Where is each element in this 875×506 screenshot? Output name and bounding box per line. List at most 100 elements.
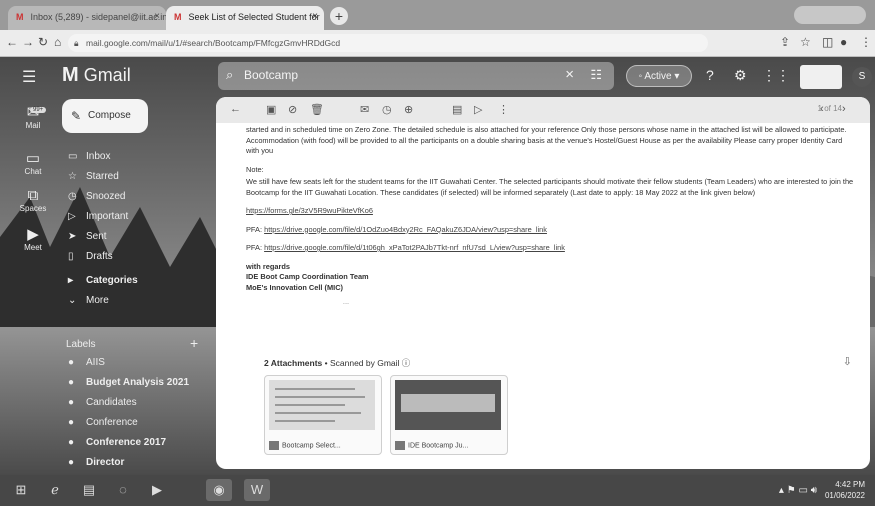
chrome-menu-icon[interactable]: ⋮	[860, 35, 872, 49]
back-icon[interactable]: ←	[6, 35, 18, 49]
file-icon: ▯	[68, 251, 74, 262]
add-to-drive-icon[interactable]: ⇩	[843, 355, 852, 368]
windows-taskbar: ⊞ ℯ ▤ ◌ ▶ ◉ W ▴ ⚑ ▭ 🔊︎ 4:42 PM 01/06/202…	[0, 475, 875, 506]
start-button[interactable]: ⊞	[8, 479, 34, 501]
older-chevron-icon[interactable]: ›	[842, 103, 846, 115]
gmail-logo[interactable]: M Gmail	[62, 64, 131, 87]
sidebar-item-categories[interactable]: ▸ Categories	[68, 275, 138, 286]
main-menu-icon[interactable]: ☰	[22, 67, 36, 87]
mark-unread-icon[interactable]: ✉	[360, 103, 369, 116]
attachment-card[interactable]: IDE Bootcamp Ju...	[390, 375, 508, 455]
label-icon: ●	[68, 417, 75, 428]
label-item[interactable]: ● Conference	[68, 417, 138, 428]
trimmed-content-toggle[interactable]: ...	[246, 297, 446, 308]
email-view: ← ▣ ⊘ 🗑︎ ✉ ◷ ⊕ ▤ ▷ ⋮ 1 of 14 ‹ › started…	[216, 97, 870, 469]
label-icon[interactable]: ▷	[474, 103, 482, 116]
chrome-icon[interactable]: ◉	[206, 479, 232, 501]
signature-team: IDE Boot Camp Coordination Team	[246, 272, 369, 281]
system-tray-icons[interactable]: ▴ ⚑ ▭ 🔊︎	[779, 485, 817, 496]
label-item[interactable]: ● Director	[68, 457, 124, 468]
label-item[interactable]: ● Budget Analysis 2021	[68, 377, 189, 388]
search-bar[interactable]: ⌕ Bootcamp × ☷	[218, 62, 614, 90]
rail-spaces[interactable]: ⧉ Spaces	[18, 187, 48, 213]
rail-label: Spaces	[19, 204, 47, 213]
sidebar-item-sent[interactable]: ➤ Sent	[68, 231, 107, 242]
inbox-icon: ▭	[68, 151, 78, 162]
snooze-icon[interactable]: ◷	[382, 103, 392, 116]
rail-meet[interactable]: ▶ Meet	[18, 225, 48, 252]
pencil-icon: ✎	[71, 109, 82, 123]
search-input[interactable]: Bootcamp	[244, 68, 298, 82]
reload-icon[interactable]: ↻	[38, 35, 48, 49]
back-to-list-icon[interactable]: ←	[230, 103, 241, 115]
browser-tab-email[interactable]: M Seek List of Selected Student for ×	[166, 6, 324, 30]
newer-chevron-icon[interactable]: ‹	[820, 103, 824, 115]
gmail-m-icon: M	[62, 64, 79, 86]
word-icon[interactable]: W	[244, 479, 270, 501]
extensions-icon[interactable]: ◫	[822, 35, 833, 49]
label-icon: ●	[68, 457, 75, 468]
forward-icon[interactable]: →	[22, 35, 34, 49]
label-item[interactable]: ● AIIS	[68, 357, 105, 368]
report-spam-icon[interactable]: ⊘	[288, 103, 297, 116]
search-options-icon[interactable]: ☷	[590, 67, 602, 83]
body-paragraph: We still have few seats left for the stu…	[246, 177, 854, 197]
form-link[interactable]: https://forms.gle/3zV5R9wuPikteVfKo6	[246, 206, 373, 215]
share-icon[interactable]: ⇪	[780, 35, 790, 49]
sidebar-item-inbox[interactable]: ▭ Inbox	[68, 151, 110, 162]
browser-tab-strip: M Inbox (5,289) - sidepanel@iit.ac.in × …	[0, 0, 875, 30]
pfa-label: PFA:	[246, 243, 263, 252]
scanned-note: • Scanned by Gmail ⓘ	[322, 358, 411, 368]
profile-icon[interactable]: ●	[840, 35, 847, 49]
attachment-card[interactable]: Bootcamp Select...	[264, 375, 382, 455]
status-dropdown[interactable]: ◦ Active ▾	[626, 65, 692, 87]
compose-button[interactable]: ✎ Compose	[62, 99, 148, 133]
firefox-icon[interactable]: ◌	[110, 479, 136, 501]
bookmark-star-icon[interactable]: ☆	[800, 35, 811, 49]
app-name: Gmail	[83, 65, 131, 85]
label-item[interactable]: ● Conference 2017	[68, 437, 166, 448]
close-tab-icon[interactable]: ×	[312, 6, 318, 28]
help-icon[interactable]: ?	[706, 67, 714, 83]
attachment-thumbnail	[269, 380, 375, 430]
delete-icon[interactable]: 🗑︎	[310, 103, 324, 116]
tab-label: Inbox (5,289) - sidepanel@iit.ac.in	[30, 12, 166, 22]
settings-gear-icon[interactable]: ⚙	[734, 67, 747, 84]
media-player-icon[interactable]: ▶	[144, 479, 170, 501]
send-icon: ➤	[68, 231, 77, 242]
sidebar-item-snoozed[interactable]: ◷ Snoozed	[68, 191, 125, 202]
search-icon[interactable]: ⌕	[226, 67, 233, 83]
file-explorer-icon[interactable]: ▤	[76, 479, 102, 501]
drive-link[interactable]: https://drive.google.com/file/d/1t06gh_x…	[264, 243, 565, 252]
add-task-icon[interactable]: ⊕	[404, 103, 413, 116]
sidebar-item-more[interactable]: ⌄ More	[68, 295, 109, 306]
label-item[interactable]: ● Candidates	[68, 397, 137, 408]
gmail-favicon-icon: M	[174, 12, 182, 22]
ie-icon[interactable]: ℯ	[42, 479, 68, 501]
home-icon[interactable]: ⌂	[54, 35, 61, 49]
clock[interactable]: 4:42 PM 01/06/2022	[825, 479, 865, 501]
add-label-icon[interactable]: +	[190, 335, 198, 351]
apps-grid-icon[interactable]: ⋮⋮	[762, 67, 790, 84]
clear-search-icon[interactable]: ×	[565, 66, 574, 83]
sidebar-item-important[interactable]: ▷ Important	[68, 211, 128, 222]
sidebar-item-starred[interactable]: ☆ Starred	[68, 171, 119, 182]
sidebar-item-drafts[interactable]: ▯ Drafts	[68, 251, 113, 262]
gmail-app: ☰ M Gmail ⌕ Bootcamp × ☷ ◦ Active ▾ ? ⚙ …	[0, 57, 875, 475]
archive-icon[interactable]: ▣	[266, 103, 276, 116]
compose-label: Compose	[88, 110, 131, 121]
attachment-name: Bootcamp Select...	[269, 441, 341, 450]
move-to-icon[interactable]: ▤	[452, 103, 462, 116]
close-tab-icon[interactable]: ×	[154, 6, 160, 28]
browser-tab-inbox[interactable]: M Inbox (5,289) - sidepanel@iit.ac.in ×	[8, 6, 166, 30]
drive-link[interactable]: https://drive.google.com/file/d/1OdZuo4B…	[264, 225, 547, 234]
organization-logo	[800, 65, 842, 89]
browser-profile-pill[interactable]	[794, 6, 866, 24]
address-bar[interactable]: 🔒︎ mail.google.com/mail/u/1/#search/Boot…	[68, 34, 708, 52]
avatar[interactable]: S	[852, 67, 872, 87]
pfa-label: PFA:	[246, 224, 263, 234]
signature-org: MoE's Innovation Cell (MIC)	[246, 282, 344, 292]
more-options-icon[interactable]: ⋮	[498, 103, 509, 116]
rail-chat[interactable]: ▭ Chat	[18, 149, 48, 176]
new-tab-button[interactable]: +	[330, 7, 348, 25]
